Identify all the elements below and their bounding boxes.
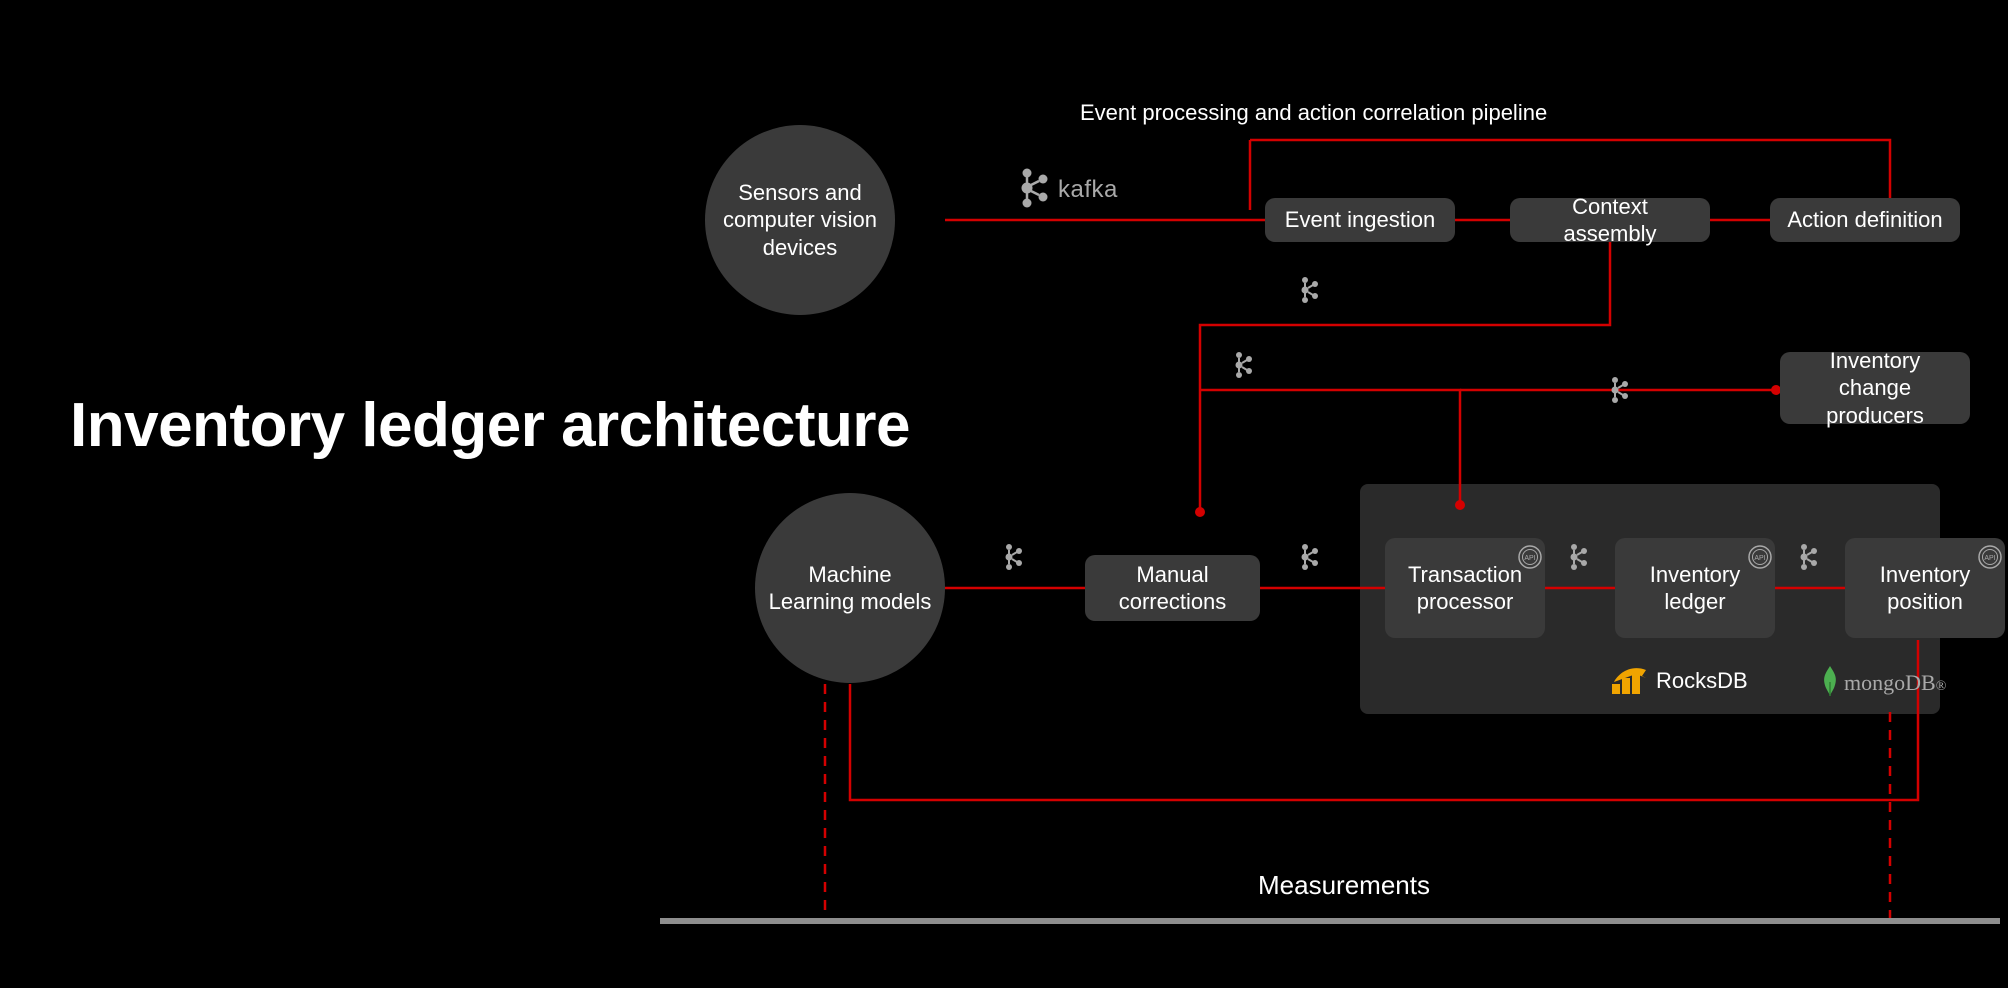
measurements-baseline <box>660 918 2000 924</box>
node-context-assembly-label: Context assembly <box>1524 193 1696 248</box>
diagram-stage: Inventory ledger architecture Event proc… <box>0 0 2008 988</box>
measurements-label: Measurements <box>1258 870 1430 901</box>
kafka-icon <box>1567 542 1589 572</box>
node-inventory-change-producers-label: Inventory change producers <box>1794 347 1956 430</box>
node-context-assembly: Context assembly <box>1510 198 1710 242</box>
api-badge-icon: API <box>1517 544 1543 570</box>
rocksdb-icon <box>1612 666 1650 699</box>
diagram-title: Inventory ledger architecture <box>70 390 910 461</box>
svg-text:API: API <box>1754 555 1765 562</box>
node-action-definition-label: Action definition <box>1787 206 1942 234</box>
node-manual-corrections: Manual corrections <box>1085 555 1260 621</box>
kafka-icon <box>1298 542 1320 572</box>
rocksdb-label: RocksDB <box>1656 668 1748 694</box>
kafka-icon <box>1797 542 1819 572</box>
node-ml-models: Machine Learning models <box>755 493 945 683</box>
node-inventory-change-producers: Inventory change producers <box>1780 352 1970 424</box>
kafka-icon <box>1608 375 1630 405</box>
kafka-icon <box>1015 165 1051 211</box>
svg-text:API: API <box>1984 555 1995 562</box>
kafka-icon <box>1298 275 1320 305</box>
node-manual-corrections-label: Manual corrections <box>1099 561 1246 616</box>
node-transaction-processor-label: Transaction processor <box>1399 561 1531 616</box>
node-event-ingestion-label: Event ingestion <box>1285 206 1435 234</box>
svg-text:API: API <box>1524 555 1535 562</box>
kafka-icon <box>1002 542 1024 572</box>
kafka-icon <box>1232 350 1254 380</box>
pipeline-label: Event processing and action correlation … <box>1080 100 1547 126</box>
mongodb-label-text: mongoDB <box>1844 670 1936 695</box>
mongodb-icon <box>1820 664 1840 701</box>
node-action-definition: Action definition <box>1770 198 1960 242</box>
node-ml-models-label: Machine Learning models <box>765 561 935 616</box>
api-badge-icon: API <box>1747 544 1773 570</box>
node-sensors-label: Sensors and computer vision devices <box>715 179 885 262</box>
node-inventory-position-label: Inventory position <box>1859 561 1991 616</box>
api-badge-icon: API <box>1977 544 2003 570</box>
node-inventory-ledger-label: Inventory ledger <box>1629 561 1761 616</box>
kafka-label: kafka <box>1058 176 1118 204</box>
node-event-ingestion: Event ingestion <box>1265 198 1455 242</box>
node-sensors: Sensors and computer vision devices <box>705 125 895 315</box>
mongodb-label: mongoDB® <box>1844 670 1946 696</box>
